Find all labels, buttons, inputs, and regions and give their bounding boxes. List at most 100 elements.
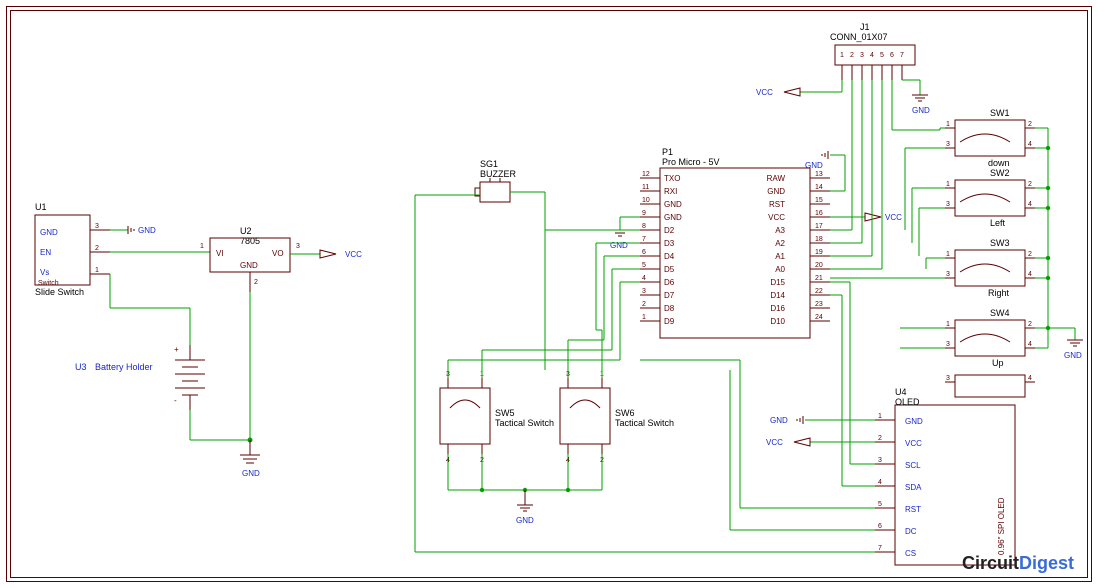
sw2: SW2 Left 1 3 2 4 [945,168,1035,228]
svg-text:+: + [174,345,179,354]
svg-text:Up: Up [992,358,1004,368]
svg-text:D15: D15 [770,278,785,287]
svg-text:7: 7 [642,236,646,243]
svg-text:4: 4 [1028,271,1032,278]
p1-gnd14: GND [805,151,845,191]
u1-ref: U1 [35,202,47,212]
u1-pin3-gnd: GND [110,226,156,235]
svg-text:Tactical Switch: Tactical Switch [495,418,554,428]
sw5: SW5 Tactical Switch 3 1 4 2 [440,371,554,464]
svg-text:6: 6 [890,52,894,59]
svg-text:3: 3 [946,271,950,278]
svg-text:CS: CS [905,549,916,558]
svg-text:GND: GND [664,213,682,222]
svg-text:D2: D2 [664,226,675,235]
svg-text:GND: GND [138,226,156,235]
svg-text:2: 2 [1028,181,1032,188]
svg-text:8: 8 [642,223,646,230]
svg-text:SDA: SDA [905,483,922,492]
svg-text:1: 1 [946,251,950,258]
sw4: SW4 Up 1 3 2 4 [945,308,1035,368]
svg-text:SW3: SW3 [990,238,1010,248]
svg-text:Switch: Switch [38,280,59,287]
svg-text:Pro Micro - 5V: Pro Micro - 5V [662,157,720,167]
u1-slide-switch: U1 Slide Switch GND EN Vs Switch 3 2 1 [35,202,110,297]
svg-text:U3: U3 [75,362,87,372]
svg-text:17: 17 [815,223,823,230]
svg-text:16: 16 [815,210,823,217]
svg-text:U2: U2 [240,226,252,236]
svg-text:A0: A0 [775,265,785,274]
svg-text:10: 10 [642,197,650,204]
svg-text:15: 15 [815,197,823,204]
u2-vo-to-vcc: VCC [290,250,362,259]
svg-text:20: 20 [815,262,823,269]
svg-text:SW1: SW1 [990,108,1010,118]
svg-text:GND: GND [805,161,823,170]
svg-text:VCC: VCC [768,213,785,222]
u2-7805: U2 7805 1 3 2 VI VO GND [200,226,300,292]
svg-text:RXI: RXI [664,187,677,196]
svg-text:14: 14 [815,184,823,191]
svg-text:D6: D6 [664,278,675,287]
svg-text:U4: U4 [895,387,907,397]
svg-text:VI: VI [216,249,224,258]
svg-text:7: 7 [878,545,882,552]
svg-text:3: 3 [946,201,950,208]
svg-text:19: 19 [815,249,823,256]
svg-text:1: 1 [200,243,204,250]
svg-text:GND: GND [664,200,682,209]
svg-text:22: 22 [815,288,823,295]
svg-text:24: 24 [815,314,823,321]
svg-text:VCC: VCC [905,439,922,448]
svg-text:13: 13 [815,171,823,178]
gnd-symbol-left: GND [240,440,260,478]
svg-text:3: 3 [95,223,99,230]
svg-text:D10: D10 [770,317,785,326]
svg-text:D7: D7 [664,291,675,300]
svg-text:RAW: RAW [767,174,786,183]
j1-conn: J1 CONN_01X07 123 4567 [830,22,915,80]
svg-text:VO: VO [272,249,284,258]
p1-left-pins: 12TXO 11RXI 10GND 9GND 8D2 7D3 6D4 5D5 4… [640,171,682,326]
u4-gnd: GND [770,416,875,425]
svg-text:P1: P1 [662,147,673,157]
sw4-spare-outline: 3 4 [945,375,1035,397]
svg-text:SCL: SCL [905,461,921,470]
svg-text:SW6: SW6 [615,408,635,418]
svg-text:DC: DC [905,527,917,536]
svg-text:VCC: VCC [885,213,902,222]
sw56-gnd: GND [448,454,602,525]
svg-text:6: 6 [642,249,646,256]
svg-text:GND: GND [912,106,930,115]
svg-text:SW5: SW5 [495,408,515,418]
svg-text:3: 3 [642,288,646,295]
sg1-buzzer: SG1 BUZZER [475,159,545,202]
svg-text:A2: A2 [775,239,785,248]
svg-text:SW4: SW4 [990,308,1010,318]
svg-text:Right: Right [988,288,1010,298]
svg-text:SW2: SW2 [990,168,1010,178]
svg-text:0.96" SPI OLED: 0.96" SPI OLED [997,497,1006,555]
svg-text:Battery Holder: Battery Holder [95,362,153,372]
svg-text:BUZZER: BUZZER [480,169,517,179]
svg-text:down: down [988,158,1010,168]
svg-text:3: 3 [946,341,950,348]
svg-text:VCC: VCC [756,88,773,97]
svg-text:RST: RST [769,200,785,209]
sw-gnd-bus: GND [1035,128,1083,360]
svg-text:D16: D16 [770,304,785,313]
svg-text:GND: GND [240,261,258,270]
sw6: SW6 Tactical Switch 3 1 4 2 [560,371,674,464]
svg-text:2: 2 [1028,321,1032,328]
svg-text:EN: EN [40,248,51,257]
svg-text:SG1: SG1 [480,159,498,169]
svg-text:3: 3 [946,141,950,148]
svg-text:OLED: OLED [895,397,920,407]
svg-text:1: 1 [642,314,646,321]
svg-text:D3: D3 [664,239,675,248]
j1-vcc: VCC [756,80,842,97]
svg-text:2: 2 [878,435,882,442]
sw1: SW1 down 1 3 2 4 [945,108,1035,168]
svg-text:2: 2 [254,279,258,286]
